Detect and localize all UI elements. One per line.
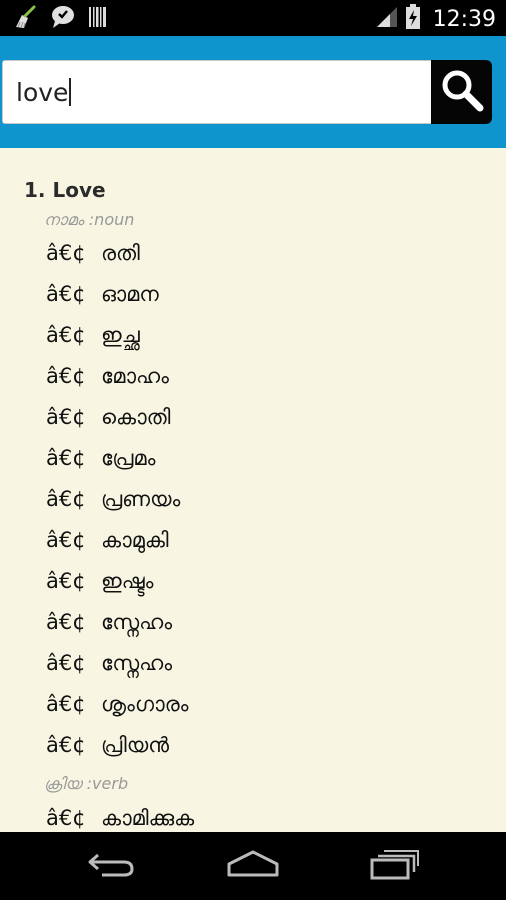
- meaning-item: â€¢ പ്രണയം: [46, 487, 180, 512]
- home-button[interactable]: [218, 846, 288, 886]
- broom-icon: [12, 5, 38, 29]
- meaning-item: â€¢ പ്രേമം: [46, 446, 155, 471]
- meaning-text: ഇഷ്ടം: [101, 569, 154, 593]
- clock: 12:39: [432, 6, 496, 32]
- meaning-text: ഓമന: [101, 282, 159, 306]
- status-bar: 12:39: [0, 0, 506, 36]
- meaning-text: പ്രണയം: [101, 487, 181, 511]
- home-icon: [225, 849, 281, 883]
- meaning-item: â€¢ ഓമന: [46, 282, 159, 307]
- meaning-text: മോഹം: [101, 364, 169, 388]
- signal-icon: [375, 5, 399, 33]
- bullet: â€¢: [46, 528, 86, 552]
- meaning-item: â€¢ കാമിക്കുക: [46, 806, 194, 831]
- barcode-icon: [88, 5, 108, 29]
- meaning-item: â€¢ പ്രിയൻ: [46, 733, 169, 758]
- bullet: â€¢: [46, 692, 86, 716]
- meaning-text: കാമുകി: [101, 528, 169, 552]
- meaning-item: â€¢ സ്നേഹം: [46, 651, 172, 676]
- part-of-speech-verb: ക്രിയ :verb: [44, 774, 129, 793]
- bullet: â€¢: [46, 487, 86, 511]
- bullet: â€¢: [46, 323, 86, 347]
- meaning-text: പ്രിയൻ: [101, 733, 170, 757]
- meaning-text: ശൃംഗാരം: [101, 692, 189, 716]
- bullet: â€¢: [46, 651, 86, 675]
- meaning-text: കാമിക്കുക: [101, 806, 195, 830]
- meaning-item: â€¢ മോഹം: [46, 364, 169, 389]
- meaning-item: â€¢ ശൃംഗാരം: [46, 692, 188, 717]
- back-button[interactable]: [77, 846, 147, 886]
- bullet: â€¢: [46, 364, 86, 388]
- meaning-item: â€¢ രതി: [46, 241, 140, 266]
- chat-bubble-icon: [50, 5, 76, 29]
- definition-panel: 1. Love നാമം :noun â€¢ രതി â€¢ ഓമന â€¢ ഇച്ഛ…: [0, 148, 506, 832]
- bullet: â€¢: [46, 446, 86, 470]
- meaning-item: â€¢ ഇഷ്ടം: [46, 569, 153, 594]
- search-header: love: [0, 36, 506, 148]
- meaning-text: സ്നേഹം: [101, 610, 173, 634]
- navigation-bar: [0, 832, 506, 900]
- bullet: â€¢: [46, 733, 86, 757]
- search-input[interactable]: love: [2, 60, 432, 124]
- entry-title: 1. Love: [24, 178, 106, 202]
- search-button[interactable]: [431, 60, 492, 124]
- meaning-item: â€¢ കാമുകി: [46, 528, 169, 553]
- meaning-text: പ്രേമം: [101, 446, 156, 470]
- bullet: â€¢: [46, 806, 86, 830]
- search-icon: [439, 67, 485, 117]
- meaning-text: ഇച്ഛ: [101, 323, 140, 347]
- meaning-text: രതി: [101, 241, 140, 265]
- meaning-text: കൊതി: [101, 405, 171, 429]
- notification-icons: [12, 5, 108, 29]
- bullet: â€¢: [46, 569, 86, 593]
- recent-apps-icon: [368, 848, 420, 884]
- bullet: â€¢: [46, 405, 86, 429]
- search-input-value: love: [16, 78, 69, 107]
- text-cursor: [69, 78, 72, 106]
- bullet: â€¢: [46, 610, 86, 634]
- bullet: â€¢: [46, 282, 86, 306]
- meaning-item: â€¢ സ്നേഹം: [46, 610, 172, 635]
- bullet: â€¢: [46, 241, 86, 265]
- meaning-text: സ്നേഹം: [101, 651, 173, 675]
- part-of-speech-noun: നാമം :noun: [44, 210, 135, 229]
- battery-charging-icon: [405, 4, 421, 34]
- recent-apps-button[interactable]: [359, 846, 429, 886]
- meaning-item: â€¢ കൊതി: [46, 405, 170, 430]
- back-icon: [86, 849, 138, 883]
- system-status: 12:39: [375, 4, 496, 34]
- meaning-item: â€¢ ഇച്ഛ: [46, 323, 140, 348]
